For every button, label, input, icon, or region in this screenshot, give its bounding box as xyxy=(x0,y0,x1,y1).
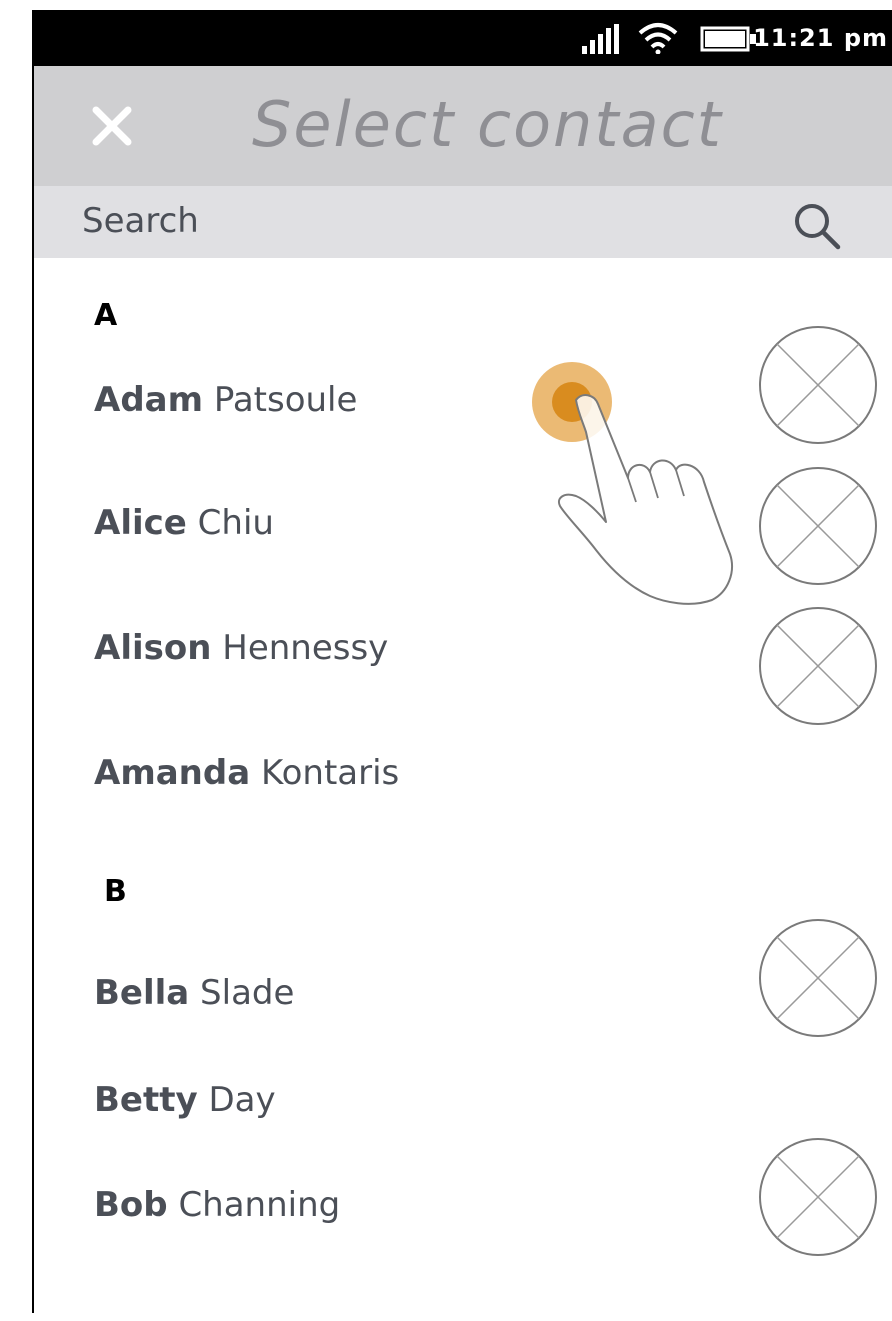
contact-last-name: Hennessy xyxy=(222,628,389,668)
status-time: 11:21 pm xyxy=(753,24,888,52)
page-title: Select contact xyxy=(252,88,723,161)
status-bar: 11:21 pm xyxy=(34,10,892,66)
contact-first-name: Adam xyxy=(94,380,204,420)
contact-item[interactable]: Adam Patsoule xyxy=(94,370,357,430)
contact-item[interactable]: Betty Day xyxy=(94,1070,276,1130)
contact-item[interactable]: Bob Channing xyxy=(94,1175,340,1235)
contact-avatar-placeholder[interactable] xyxy=(758,466,878,586)
contact-item[interactable]: Alison Hennessy xyxy=(94,618,388,678)
app-header: Select contact xyxy=(34,66,892,186)
search-input[interactable] xyxy=(82,198,762,244)
contact-first-name: Amanda xyxy=(94,753,251,793)
contact-first-name: Alice xyxy=(94,503,187,543)
contact-avatar-placeholder[interactable] xyxy=(758,918,878,1038)
search-bar xyxy=(34,186,892,258)
wifi-icon xyxy=(638,23,678,54)
section-header-b: B xyxy=(104,874,127,909)
phone-screen: 11:21 pm Select contact A Adam Patsoule … xyxy=(32,10,892,1313)
search-icon[interactable] xyxy=(790,200,846,250)
contact-last-name: Patsoule xyxy=(213,380,358,420)
contact-item[interactable]: Amanda Kontaris xyxy=(94,743,399,803)
contact-last-name: Channing xyxy=(178,1185,341,1225)
contact-last-name: Day xyxy=(208,1080,276,1120)
contact-avatar-placeholder[interactable] xyxy=(758,1137,878,1257)
contact-last-name: Kontaris xyxy=(260,753,400,793)
tap-gesture-hand-icon xyxy=(532,362,733,605)
contact-first-name: Betty xyxy=(94,1080,198,1120)
contact-avatar-placeholder[interactable] xyxy=(758,325,878,445)
battery-icon xyxy=(700,26,756,52)
close-button[interactable] xyxy=(80,94,144,158)
contact-avatar-placeholder[interactable] xyxy=(758,606,878,726)
signal-icon xyxy=(582,24,619,54)
close-icon xyxy=(92,106,132,146)
contact-first-name: Alison xyxy=(94,628,212,668)
contact-item[interactable]: Bella Slade xyxy=(94,963,294,1023)
contact-last-name: Chiu xyxy=(197,503,274,543)
contact-last-name: Slade xyxy=(200,973,295,1013)
contact-first-name: Bella xyxy=(94,973,190,1013)
contact-first-name: Bob xyxy=(94,1185,168,1225)
section-header-a: A xyxy=(94,298,118,333)
contact-item[interactable]: Alice Chiu xyxy=(94,493,274,553)
